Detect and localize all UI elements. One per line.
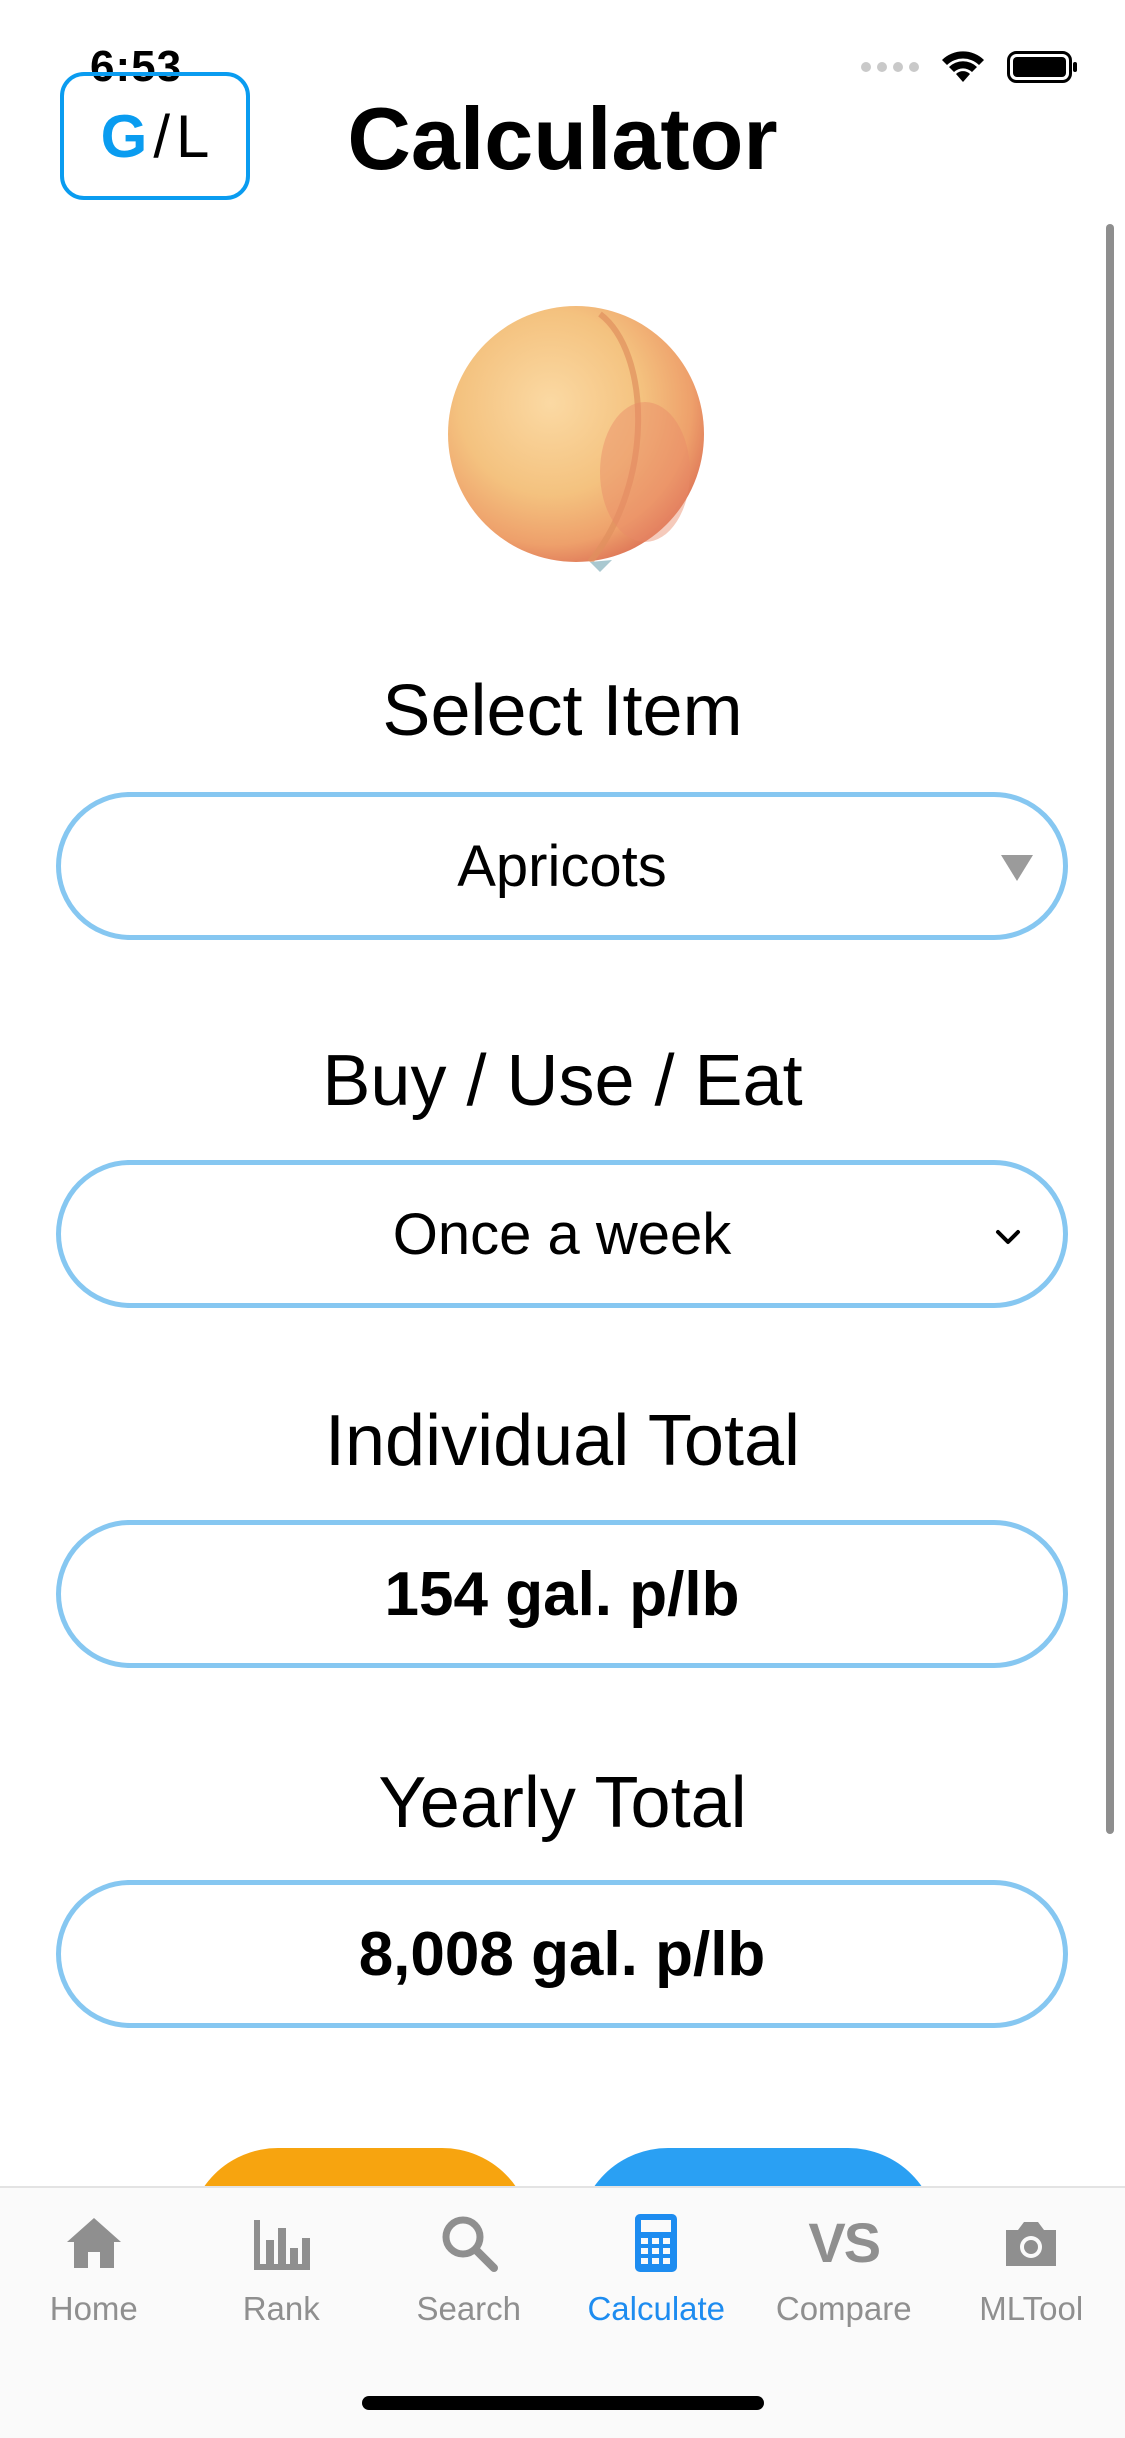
tab-compare[interactable]: VS Compare	[750, 2188, 938, 2438]
home-indicator[interactable]	[362, 2396, 764, 2410]
status-indicators	[861, 50, 1079, 84]
tab-mltool-label: MLTool	[979, 2290, 1083, 2328]
tab-calculate-label: Calculate	[587, 2290, 725, 2328]
tab-home-label: Home	[50, 2290, 138, 2328]
tab-rank[interactable]: Rank	[188, 2188, 376, 2438]
yearly-total-display: 8,008 gal. p/lb	[56, 1880, 1068, 2028]
yearly-total-label: Yearly Total	[0, 1762, 1125, 1844]
frequency-label: Buy / Use / Eat	[0, 1040, 1125, 1122]
page-title: Calculator	[0, 88, 1125, 190]
tab-rank-label: Rank	[243, 2290, 320, 2328]
tab-mltool[interactable]: MLTool	[938, 2188, 1125, 2438]
individual-total-label: Individual Total	[0, 1400, 1125, 1482]
item-select-value: Apricots	[457, 833, 667, 900]
tab-home[interactable]: Home	[0, 2188, 188, 2438]
frequency-value: Once a week	[393, 1201, 732, 1268]
peach-image	[440, 292, 720, 574]
wifi-icon	[941, 50, 985, 84]
vs-icon: VS	[808, 2210, 879, 2276]
tab-compare-label: Compare	[776, 2290, 912, 2328]
bar-chart-icon	[248, 2210, 314, 2276]
individual-total-value: 154 gal. p/lb	[385, 1559, 740, 1630]
cellular-signal-icon	[861, 62, 919, 72]
tab-search-label: Search	[416, 2290, 521, 2328]
triangle-down-icon	[1001, 855, 1033, 881]
camera-icon	[998, 2210, 1064, 2276]
item-select-dropdown[interactable]: Apricots	[56, 792, 1068, 940]
select-item-label: Select Item	[0, 670, 1125, 752]
calculator-icon	[623, 2210, 689, 2276]
frequency-select[interactable]: Once a week	[56, 1160, 1068, 1308]
chevron-down-icon	[993, 1225, 1023, 1249]
individual-total-display: 154 gal. p/lb	[56, 1520, 1068, 1668]
scrollbar[interactable]	[1106, 224, 1114, 1834]
yearly-total-value: 8,008 gal. p/lb	[359, 1919, 766, 1990]
magnifier-icon	[436, 2210, 502, 2276]
house-icon	[61, 2210, 127, 2276]
battery-icon	[1007, 50, 1079, 84]
